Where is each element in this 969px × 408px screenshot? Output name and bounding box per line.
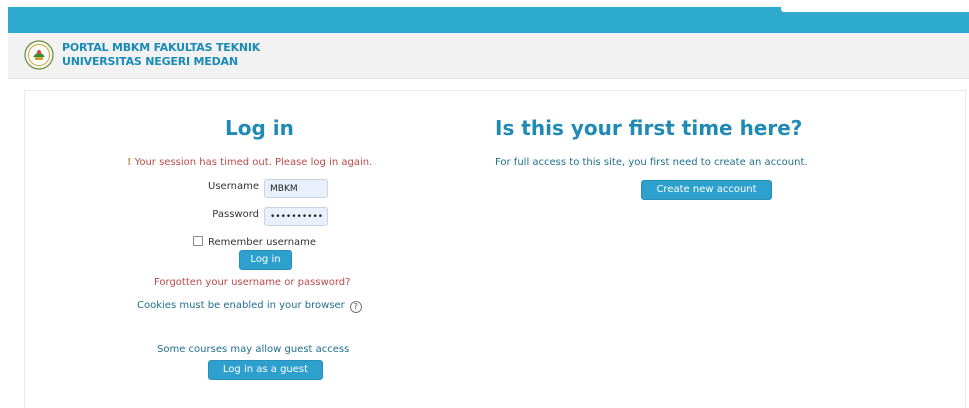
login-title: Log in	[225, 116, 294, 140]
remember-username-row[interactable]: Remember username	[193, 236, 316, 248]
guest-login-button[interactable]: Log in as a guest	[208, 360, 323, 380]
brand-line-1: PORTAL MBKM FAKULTAS TEKNIK	[62, 41, 261, 54]
password-label: Password	[212, 209, 259, 220]
password-input[interactable]	[264, 207, 328, 226]
navbar-tab	[781, 7, 969, 12]
remember-username-label: Remember username	[208, 237, 317, 248]
timeout-text: Your session has timed out. Please log i…	[134, 157, 373, 168]
remember-username-checkbox[interactable]	[193, 236, 203, 246]
username-label: Username	[208, 181, 259, 192]
cookies-note: Cookies must be enabled in your browser	[137, 300, 345, 311]
top-navbar	[8, 7, 969, 33]
university-seal-icon[interactable]	[24, 40, 54, 70]
warning-icon: !	[127, 157, 132, 168]
login-panel: Log in ! Your session has timed out. Plea…	[24, 90, 966, 408]
site-header: PORTAL MBKM FAKULTAS TEKNIK UNIVERSITAS …	[8, 33, 969, 79]
help-icon[interactable]: ?	[349, 301, 362, 313]
cookies-note-row: Cookies must be enabled in your browser?	[137, 300, 362, 313]
brand-line-2: UNIVERSITAS NEGERI MEDAN	[62, 55, 238, 68]
forgot-password-link[interactable]: Forgotten your username or password?	[154, 277, 350, 288]
signup-title: Is this your first time here?	[495, 116, 803, 140]
site-brand[interactable]: PORTAL MBKM FAKULTAS TEKNIK UNIVERSITAS …	[62, 41, 260, 69]
username-input[interactable]	[264, 179, 328, 198]
guest-access-note: Some courses may allow guest access	[157, 344, 350, 355]
session-timeout-message: ! Your session has timed out. Please log …	[127, 157, 372, 168]
signup-description: For full access to this site, you first …	[495, 157, 808, 168]
login-button[interactable]: Log in	[239, 250, 292, 270]
create-account-button[interactable]: Create new account	[641, 180, 772, 200]
